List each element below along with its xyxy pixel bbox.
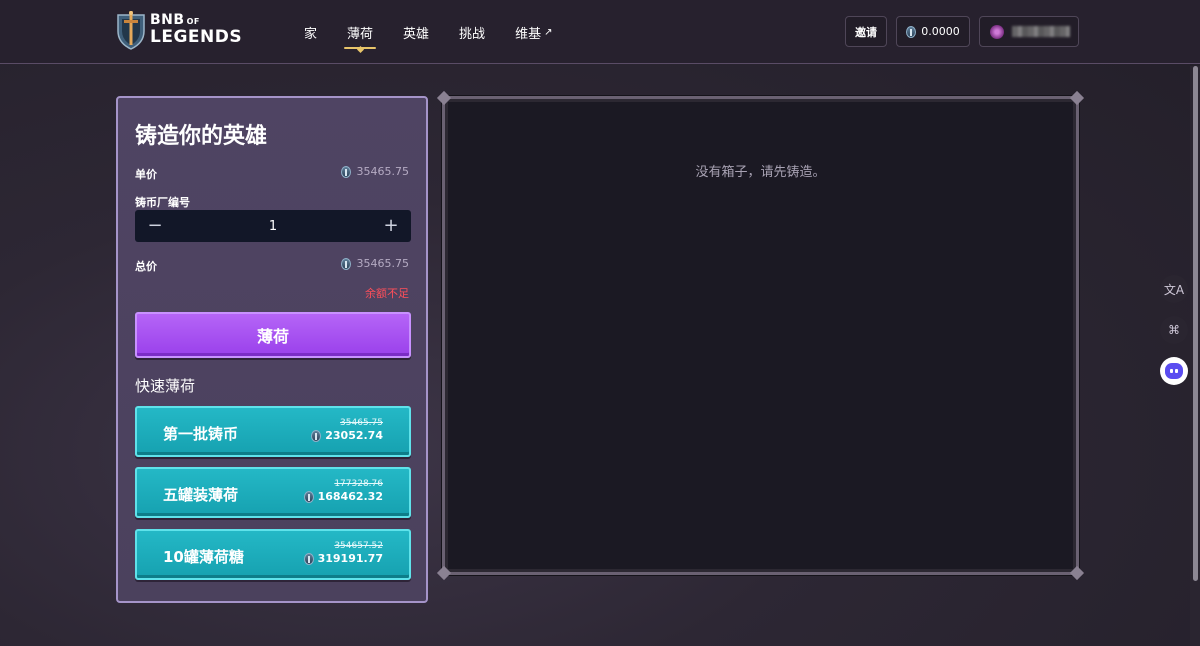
balance-value: 0.0000 (921, 25, 960, 38)
invite-button[interactable]: 邀请 (845, 16, 887, 47)
total-price: 35465.75 (340, 257, 409, 270)
token-icon (906, 25, 917, 38)
unit-price: 35465.75 (340, 165, 409, 178)
old-price: 354657.52 (334, 541, 383, 551)
quick-mint-option-10[interactable]: 10罐薄荷糖 354657.52 319191.77 (135, 529, 411, 580)
token-icon (311, 429, 322, 442)
decrement-button[interactable]: − (147, 217, 163, 235)
new-price: 168462.32 (303, 490, 383, 503)
main-nav: 家 薄荷 英雄 挑战 维基 ↗ (304, 0, 582, 64)
old-price: 177328.76 (334, 479, 383, 489)
increment-button[interactable]: + (383, 217, 399, 235)
nav-home[interactable]: 家 (304, 23, 317, 42)
minter-id-label: 铸币厂编号 (135, 196, 190, 209)
new-price: 319191.77 (303, 552, 383, 565)
quantity-stepper: − + (135, 210, 411, 242)
insufficient-balance-warning: 余额不足 (365, 287, 409, 300)
total-price-label: 总价 (135, 260, 157, 273)
logo-of: OF (186, 17, 200, 26)
old-price: 35465.75 (340, 418, 383, 428)
sword-shield-icon (117, 11, 145, 50)
mint-panel: 铸造你的英雄 单价 35465.75 铸币厂编号 − + 总价 35465.75… (116, 96, 428, 603)
assistant-bot-icon[interactable] (1160, 357, 1188, 385)
quick-mint-title: 快速薄荷 (135, 377, 196, 395)
token-icon (303, 490, 314, 503)
nav-heroes[interactable]: 英雄 (403, 23, 429, 42)
nav-mint[interactable]: 薄荷 (344, 23, 377, 49)
new-price: 23052.74 (311, 429, 383, 442)
page-title: 铸造你的英雄 (135, 124, 268, 149)
frame-corner (436, 90, 452, 106)
apps-icon[interactable]: ⌘ (1160, 316, 1188, 344)
token-icon (340, 257, 351, 270)
empty-boxes-message: 没有箱子，请先铸造。 (695, 165, 826, 180)
quick-mint-option-5[interactable]: 五罐装薄荷 177328.76 168462.32 (135, 467, 411, 518)
frame-corner (436, 565, 452, 581)
logo-bnb: BNB (150, 12, 185, 28)
balance-display[interactable]: 0.0000 (896, 16, 970, 47)
quick-mint-option-1[interactable]: 第一批铸币 35465.75 23052.74 (135, 406, 411, 457)
wallet-address-redacted (1012, 26, 1070, 37)
boxes-panel: 没有箱子，请先铸造。 (436, 90, 1085, 581)
token-icon (303, 552, 314, 565)
frame-corner (1069, 90, 1085, 106)
avatar (990, 24, 1004, 39)
logo[interactable]: BNB OF LEGENDS (114, 10, 244, 52)
mint-button[interactable]: 薄荷 (135, 312, 411, 358)
scrollbar-thumb[interactable] (1193, 66, 1198, 581)
quantity-input[interactable] (243, 218, 303, 234)
token-icon (340, 165, 351, 178)
frame-corner (1069, 565, 1085, 581)
unit-price-label: 单价 (135, 168, 157, 181)
nav-challenge[interactable]: 挑战 (459, 23, 485, 42)
top-header: BNB OF LEGENDS 家 薄荷 英雄 挑战 维基 ↗ 邀请 0.0000 (0, 0, 1200, 64)
nav-wiki[interactable]: 维基 ↗ (515, 23, 552, 42)
translate-icon[interactable]: 文A (1160, 275, 1188, 303)
side-toolbar: 文A ⌘ (1160, 275, 1190, 398)
logo-legends: LEGENDS (150, 27, 243, 47)
external-link-icon: ↗ (544, 26, 553, 38)
wallet-button[interactable] (979, 16, 1079, 47)
